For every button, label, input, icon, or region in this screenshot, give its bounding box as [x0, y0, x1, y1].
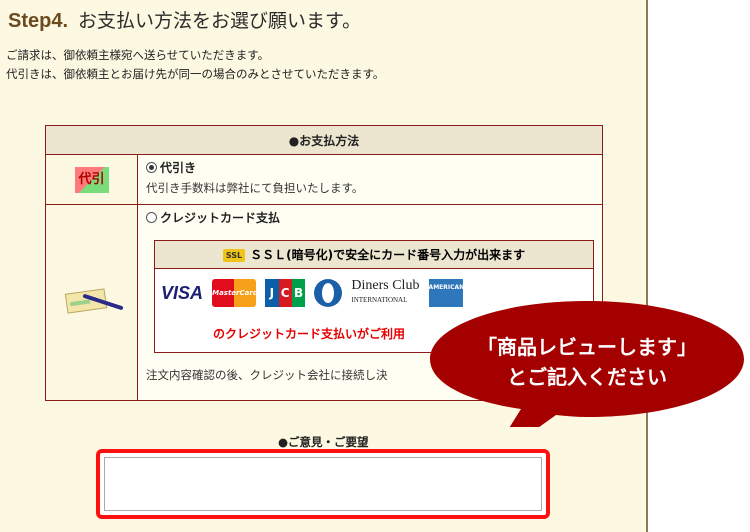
cod-icon: 代引 [74, 166, 109, 193]
payment-header: ●お支払方法 [45, 125, 603, 155]
step-number: Step4. [8, 10, 69, 32]
callout-line-1: 「商品レビューします」 [477, 335, 697, 359]
credit-card-pen-icon [62, 287, 124, 314]
ssl-lock-icon: SSL [222, 249, 246, 262]
credit-label: クレジットカード支払 [160, 211, 281, 225]
callout-text: 「商品レビューします」 とご記入ください [426, 332, 748, 392]
credit-icon-cell [45, 204, 138, 401]
cod-option[interactable]: 代引き 代引き手数料は弊社にて負担いたします。 [137, 154, 603, 205]
jcb-logo: JCB [265, 279, 306, 307]
ssl-heading-row: SSL ＳＳＬ(暗号化)で安全にカード番号入力が出来ます [155, 241, 593, 269]
cod-option-label-row[interactable]: 代引き [146, 159, 594, 176]
callout-line-2: とご記入ください [507, 365, 667, 389]
intro-line-2: 代引きは、御依頼主とお届け先が同一の場合のみとさせていただきます。 [6, 67, 385, 81]
diners-icon [314, 279, 343, 307]
step-title: お支払い方法をお選び願います。 [78, 10, 362, 32]
callout-pointer [426, 297, 748, 497]
ssl-heading: ＳＳＬ(暗号化)で安全にカード番号入力が出来ます [250, 248, 526, 262]
credit-radio[interactable] [146, 212, 157, 223]
step-heading: Step4. お支払い方法をお選び願います。 [8, 6, 361, 33]
opinion-label: ●ご意見・ご要望 [278, 435, 369, 449]
cod-description: 代引き手数料は弊社にて負担いたします。 [146, 181, 364, 195]
credit-option-label-row[interactable]: クレジットカード支払 [146, 209, 594, 226]
intro-line-1: ご請求は、御依頼主様宛へ送らせていただきます。 [6, 48, 270, 62]
cod-radio[interactable] [146, 162, 157, 173]
cod-label: 代引き [160, 161, 197, 175]
mastercard-logo: MasterCard [212, 279, 258, 307]
cod-icon-cell: 代引 [45, 154, 138, 205]
intro-text: ご請求は、御依頼主様宛へ送らせていただきます。 代引きは、御依頼主とお届け先が同… [6, 46, 384, 84]
diners-logo-text: Diners Club INTERNATIONAL [351, 278, 420, 305]
visa-logo: VISA [161, 282, 204, 303]
